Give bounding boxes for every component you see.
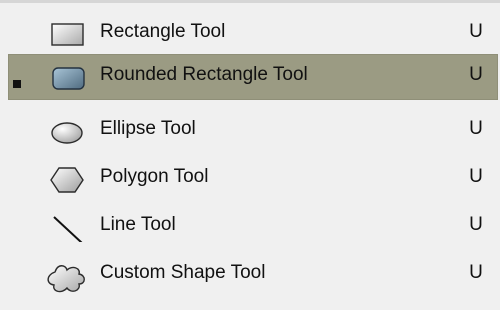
- menu-item-rectangle-tool[interactable]: Rectangle Tool U: [0, 11, 500, 57]
- ellipse-tool-label: Ellipse Tool: [100, 118, 196, 139]
- active-tool-indicator: [13, 80, 21, 88]
- line-tool-label: Line Tool: [100, 214, 176, 235]
- custom-shape-tool-shortcut: U: [469, 262, 483, 283]
- rounded-rectangle-tool-label: Rounded Rectangle Tool: [100, 64, 308, 85]
- rectangle-tool-shortcut: U: [469, 21, 483, 42]
- custom-shape-tool-label: Custom Shape Tool: [100, 262, 266, 283]
- menu-item-custom-shape-tool[interactable]: Custom Shape Tool U: [0, 252, 500, 298]
- polygon-tool-label: Polygon Tool: [100, 166, 209, 187]
- menu-item-line-tool[interactable]: Line Tool U: [0, 204, 500, 250]
- menu-item-polygon-tool[interactable]: Polygon Tool U: [0, 156, 500, 202]
- shape-tool-flyout-menu: Rectangle Tool U Rounded Rectangle Tool …: [0, 0, 500, 310]
- ellipse-tool-shortcut: U: [469, 118, 483, 139]
- ellipse-icon: [51, 122, 83, 144]
- polygon-icon: [50, 167, 84, 193]
- custom-shape-icon: [47, 265, 85, 293]
- rectangle-tool-label: Rectangle Tool: [100, 21, 226, 42]
- rectangle-icon: [51, 23, 84, 46]
- rounded-rectangle-tool-shortcut: U: [469, 64, 483, 85]
- line-icon: [53, 216, 83, 242]
- rounded-rectangle-icon: [52, 67, 85, 90]
- polygon-tool-shortcut: U: [469, 166, 483, 187]
- menu-item-ellipse-tool[interactable]: Ellipse Tool U: [0, 108, 500, 154]
- menu-item-rounded-rectangle-tool[interactable]: Rounded Rectangle Tool U: [8, 54, 498, 100]
- line-tool-shortcut: U: [469, 214, 483, 235]
